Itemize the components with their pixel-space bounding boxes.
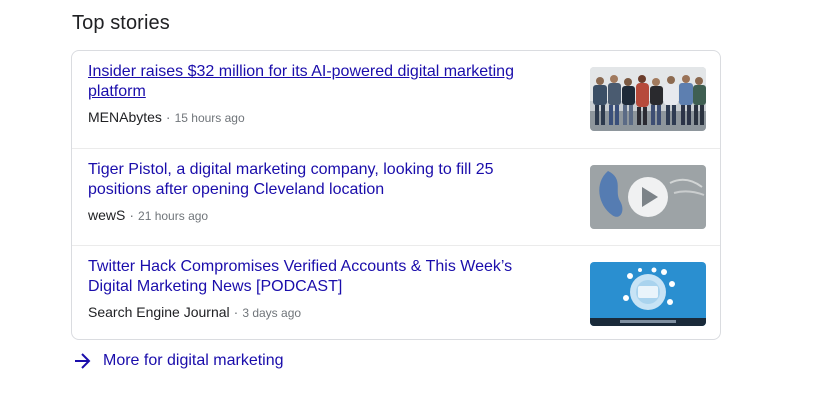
story-time: 15 hours ago: [174, 111, 245, 125]
meta-separator: ·: [129, 207, 135, 223]
meta-separator: ·: [165, 109, 171, 125]
group-photo-thumbnail[interactable]: [590, 67, 706, 131]
video-thumbnail[interactable]: [590, 165, 706, 229]
section-title: Top stories: [72, 12, 170, 34]
story-source: Search Engine Journal: [88, 304, 230, 320]
story-item: Tiger Pistol, a digital marketing compan…: [72, 148, 720, 245]
more-link-label: More for digital marketing: [103, 352, 284, 369]
story-meta: MENAbytes · 15 hours ago: [88, 108, 245, 127]
story-source: wewS: [88, 207, 126, 223]
story-headline-link[interactable]: Insider raises $32 million for its AI-po…: [88, 62, 538, 102]
meta-separator: ·: [233, 304, 239, 320]
story-time: 3 days ago: [242, 306, 302, 320]
story-meta: Search Engine Journal · 3 days ago: [88, 303, 301, 322]
story-source: MENAbytes: [88, 109, 162, 125]
podcast-thumbnail[interactable]: [590, 262, 706, 326]
story-item: Twitter Hack Compromises Verified Accoun…: [72, 245, 720, 342]
story-item: Insider raises $32 million for its AI-po…: [72, 51, 720, 148]
story-headline-link[interactable]: Twitter Hack Compromises Verified Accoun…: [88, 257, 538, 297]
more-link[interactable]: More for digital marketing: [72, 350, 284, 372]
top-stories-card: Insider raises $32 million for its AI-po…: [71, 50, 721, 340]
arrow-right-icon: [72, 351, 92, 371]
story-headline-link[interactable]: Tiger Pistol, a digital marketing compan…: [88, 160, 538, 200]
story-meta: wewS · 21 hours ago: [88, 206, 208, 225]
story-time: 21 hours ago: [138, 209, 209, 223]
